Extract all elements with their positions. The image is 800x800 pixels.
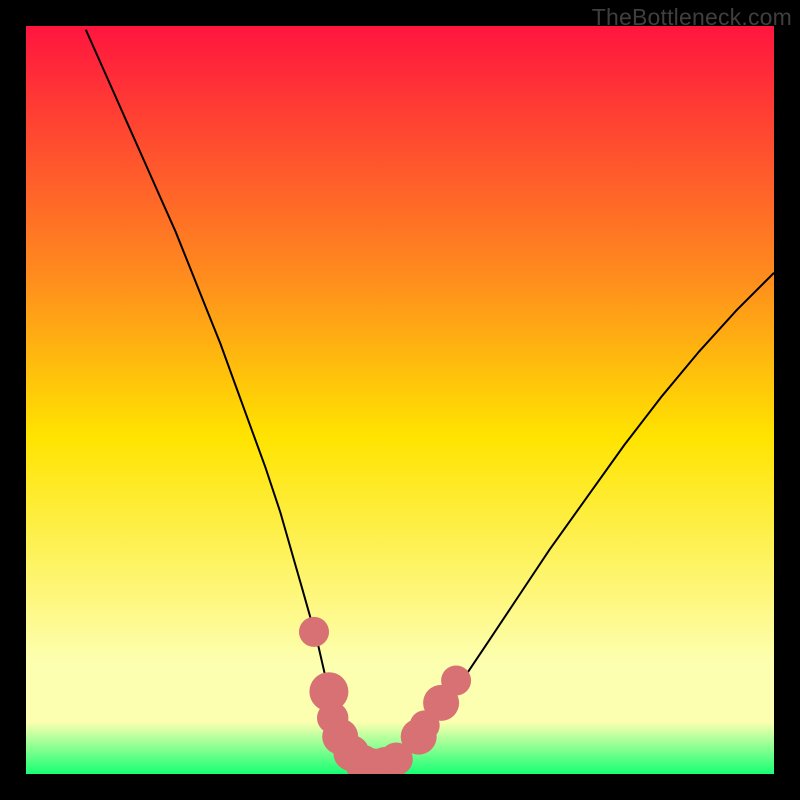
chart-frame: { "watermark": "TheBottleneck.com", "col…: [0, 0, 800, 800]
gradient-background: [26, 26, 774, 774]
plot-area: [26, 26, 774, 774]
chart-svg: [26, 26, 774, 774]
highlight-dot: [299, 617, 329, 647]
highlight-dot: [441, 666, 471, 696]
watermark-text: TheBottleneck.com: [592, 4, 792, 31]
